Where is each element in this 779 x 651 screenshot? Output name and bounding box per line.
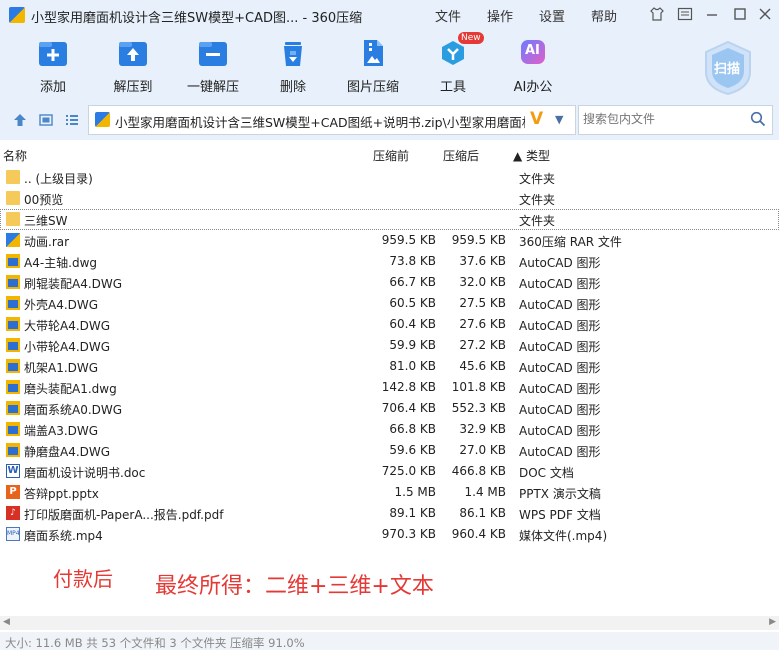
close-icon[interactable] (756, 6, 774, 24)
tools-icon: New (436, 32, 484, 68)
menu-file[interactable]: 文件 (435, 6, 461, 25)
dwg-file-icon (6, 443, 20, 457)
menu-settings[interactable]: 设置 (539, 6, 565, 25)
rar-file-icon (6, 233, 20, 247)
window-title: 小型家用磨面机设计含三维SW模型+CAD图... - 360压缩 (31, 11, 363, 26)
list-item[interactable]: P 答辩ppt.pptx 1.5 MB 1.4 MB PPTX 演示文稿 (0, 482, 779, 503)
v-logo-icon: V (530, 109, 544, 129)
menu-icon[interactable] (676, 6, 694, 24)
image-compress-button[interactable]: 图片压缩 (333, 38, 413, 95)
column-type[interactable]: ▲ 类型 (513, 147, 550, 164)
menu-help[interactable]: 帮助 (591, 6, 617, 25)
file-list: .. (上级目录) 文件夹 00预览 文件夹 三维SW 文件夹 动画.rar 959.5… (0, 167, 779, 545)
dwg-file-icon (6, 275, 20, 289)
skin-icon[interactable] (648, 6, 666, 24)
list-item[interactable]: 端盖A3.DWG 66.8 KB 32.9 KB AutoCAD 图形 (0, 419, 779, 440)
one-click-extract-button[interactable]: 一键解压 (173, 38, 253, 95)
status-bar: 大小: 11.6 MB 共 53 个文件和 3 个文件夹 压缩率 91.0% (0, 632, 779, 650)
folder-icon (6, 212, 20, 226)
address-bar: 小型家用磨面机设计含三维SW模型+CAD图纸+说明书.zip\小型家用磨面机 -… (0, 100, 779, 140)
view-list-icon[interactable] (65, 113, 79, 131)
dwg-file-icon (6, 380, 20, 394)
search-input[interactable] (579, 106, 743, 132)
folder-icon (6, 191, 20, 205)
list-item[interactable]: 动画.rar 959.5 KB 959.5 KB 360压缩 RAR 文件 (0, 230, 779, 251)
extract-to-icon (116, 38, 150, 68)
ppt-file-icon: P (6, 485, 20, 499)
dwg-file-icon (6, 317, 20, 331)
list-item[interactable]: 机架A1.DWG 81.0 KB 45.6 KB AutoCAD 图形 (0, 356, 779, 377)
scroll-left-icon[interactable]: ◀ (3, 617, 10, 627)
app-logo-icon (9, 7, 25, 23)
scroll-right-icon[interactable]: ▶ (769, 617, 776, 627)
extract-to-button[interactable]: 解压到 (93, 38, 173, 95)
dwg-file-icon (6, 296, 20, 310)
list-item[interactable]: 大带轮A4.DWG 60.4 KB 27.6 KB AutoCAD 图形 (0, 314, 779, 335)
search-icon[interactable] (750, 111, 766, 130)
dwg-file-icon (6, 359, 20, 373)
dwg-file-icon (6, 422, 20, 436)
folder-icon (6, 170, 20, 184)
trash-icon (276, 38, 310, 68)
list-item[interactable]: 小带轮A4.DWG 59.9 KB 27.2 KB AutoCAD 图形 (0, 335, 779, 356)
list-item[interactable]: 外壳A4.DWG 60.5 KB 27.5 KB AutoCAD 图形 (0, 293, 779, 314)
list-item[interactable]: A4-主轴.dwg 73.8 KB 37.6 KB AutoCAD 图形 (0, 251, 779, 272)
promo-text-deliverables: 最终所得：二维+三维+文本 (155, 574, 434, 599)
one-click-extract-icon (196, 38, 230, 68)
maximize-icon[interactable] (731, 6, 749, 24)
list-item[interactable]: ♪ 打印版磨面机-PaperA...报告.pdf.pdf 89.1 KB 86.1 K… (0, 503, 779, 524)
menu-operate[interactable]: 操作 (487, 6, 513, 25)
list-item[interactable]: 00预览 文件夹 (0, 188, 779, 209)
list-item[interactable]: 磨面系统A0.DWG 706.4 KB 552.3 KB AutoCAD 图形 (0, 398, 779, 419)
scan-button[interactable]: 扫描 (702, 40, 754, 96)
archive-icon (95, 112, 110, 127)
path-field[interactable]: 小型家用磨面机设计含三维SW模型+CAD图纸+说明书.zip\小型家用磨面机 -… (88, 105, 576, 135)
list-item[interactable]: .. (上级目录) 文件夹 (0, 167, 779, 188)
horizontal-scrollbar[interactable]: ◀ ▶ (0, 616, 779, 630)
column-after[interactable]: 压缩后 (443, 147, 479, 164)
up-arrow-icon[interactable] (13, 113, 27, 131)
status-text: 大小: 11.6 MB 共 53 个文件和 3 个文件夹 压缩率 91.0% (5, 636, 305, 650)
doc-file-icon: W (6, 464, 20, 478)
list-item[interactable]: 磨头装配A1.dwg 142.8 KB 101.8 KB AutoCAD 图形 (0, 377, 779, 398)
list-item-selected[interactable]: 三维SW 文件夹 (0, 209, 779, 230)
list-item[interactable]: W 磨面机设计说明书.doc 725.0 KB 466.8 KB DOC 文档 (0, 461, 779, 482)
list-item[interactable]: MP4 磨面系统.mp4 970.3 KB 960.4 KB 媒体文件(.mp4) (0, 524, 779, 545)
dwg-file-icon (6, 338, 20, 352)
title-bar: 小型家用磨面机设计含三维SW模型+CAD图... - 360压缩 文件 操作 设… (0, 0, 779, 30)
dwg-file-icon (6, 254, 20, 268)
ai-office-button[interactable]: AI AI办公 (493, 38, 573, 95)
scan-label: 扫描 (714, 62, 741, 77)
list-item[interactable]: 刷辊装配A4.DWG 66.7 KB 32.0 KB AutoCAD 图形 (0, 272, 779, 293)
toolbar: 添加 解压到 一键解压 删除 图片压缩 New 工具 AI AI办公 扫描 (0, 30, 779, 100)
search-box (578, 105, 773, 135)
add-button[interactable]: 添加 (13, 38, 93, 95)
list-item[interactable]: 静磨盘A4.DWG 59.6 KB 27.0 KB AutoCAD 图形 (0, 440, 779, 461)
column-name[interactable]: 名称 (3, 147, 27, 164)
tools-button[interactable]: New 工具 (413, 32, 493, 95)
path-dropdown-icon[interactable]: ▼ (555, 113, 563, 126)
add-icon (36, 38, 70, 68)
ai-icon-text: AI (525, 43, 540, 58)
promo-text-payment: 付款后 (53, 567, 113, 591)
pdf-file-icon: ♪ (6, 506, 20, 520)
ai-icon: AI (516, 38, 550, 68)
path-text: 小型家用磨面机设计含三维SW模型+CAD图纸+说明书.zip\小型家用磨面机 - (115, 115, 525, 130)
column-before[interactable]: 压缩前 (373, 147, 409, 164)
new-badge: New (458, 32, 484, 44)
column-header: 名称 压缩前 压缩后 ▲ 类型 (0, 145, 779, 165)
dwg-file-icon (6, 401, 20, 415)
image-compress-icon (356, 38, 390, 68)
delete-button[interactable]: 删除 (253, 38, 333, 95)
minimize-icon[interactable] (703, 6, 721, 24)
view-thumbnail-icon[interactable] (39, 113, 53, 131)
mp4-file-icon: MP4 (6, 527, 20, 541)
